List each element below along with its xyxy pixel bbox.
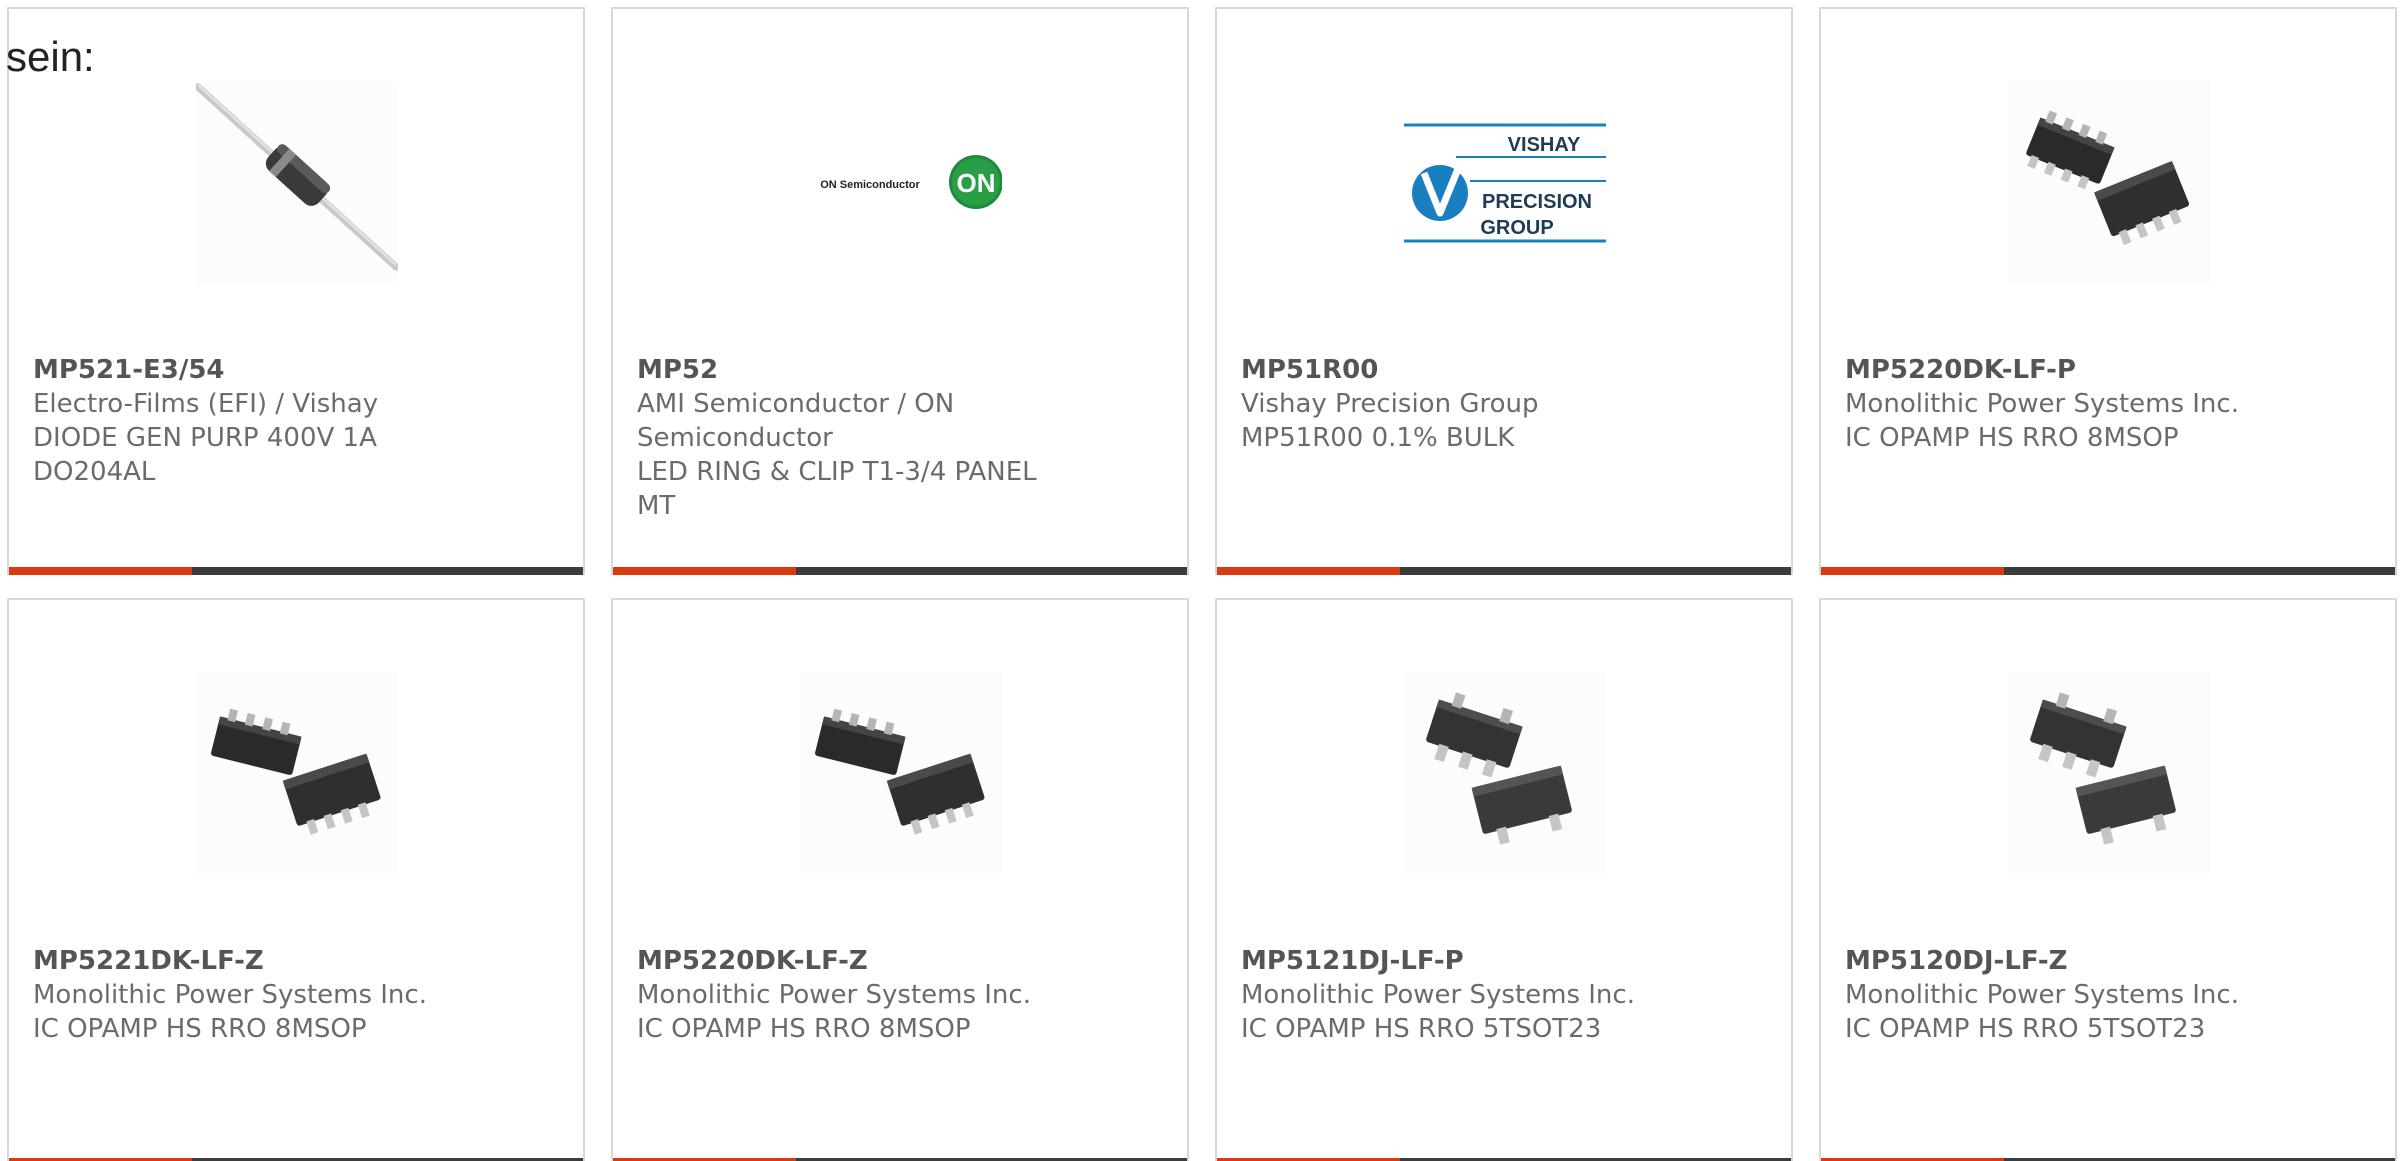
manufacturer: Electro-Films (EFI) / Vishay <box>33 389 379 419</box>
svg-text:VISHAY: VISHAY <box>1508 134 1581 156</box>
part-number[interactable]: MP5221DK-LF-Z <box>33 944 473 978</box>
manufacturer: Monolithic Power Systems Inc. <box>637 980 1031 1010</box>
msop8-chip-image <box>211 708 381 835</box>
svg-text:GROUP: GROUP <box>1480 217 1553 239</box>
product-card[interactable]: MP5220DK-LF-P Monolithic Power Systems I… <box>1819 7 2397 575</box>
manufacturer: Monolithic Power Systems Inc. <box>1845 980 2239 1010</box>
msop8-chip-image <box>2026 110 2190 246</box>
product-info: MP51R00 Vishay Precision Group MP51R00 0… <box>1241 353 1681 455</box>
description: IC OPAMP HS RRO 5TSOT23 <box>1845 1014 2206 1044</box>
description: DIODE GEN PURP 400V 1A DO204AL <box>33 423 377 487</box>
card-accent-bar <box>9 567 192 575</box>
product-image[interactable] <box>196 81 398 283</box>
card-bottom-bar <box>613 567 1187 575</box>
tsot23-chip-image <box>1426 692 1572 845</box>
card-bottom-bar <box>1821 567 2395 575</box>
part-number[interactable]: MP52 <box>637 353 1077 387</box>
svg-text:ON: ON <box>957 168 996 198</box>
tsot23-chip-image <box>2030 692 2176 845</box>
product-info: MP5220DK-LF-Z Monolithic Power Systems I… <box>637 944 1077 1046</box>
product-image[interactable]: VISHAY PRECISION GROUP <box>1404 81 1606 283</box>
product-info: MP521-E3/54 Electro-Films (EFI) / Vishay… <box>33 353 473 489</box>
card-bottom-bar <box>1217 567 1791 575</box>
product-card[interactable]: VISHAY PRECISION GROUP MP51R00 Vishay Pr… <box>1215 7 1793 575</box>
product-card[interactable]: MP5220DK-LF-Z Monolithic Power Systems I… <box>611 598 1189 1161</box>
description: MP51R00 0.1% BULK <box>1241 423 1515 453</box>
product-image[interactable] <box>2008 672 2210 874</box>
on-semiconductor-logo: ON Semiconductor ON <box>820 155 1002 209</box>
manufacturer: Vishay Precision Group <box>1241 389 1539 419</box>
product-info: MP5220DK-LF-P Monolithic Power Systems I… <box>1845 353 2285 455</box>
part-number[interactable]: MP5220DK-LF-P <box>1845 353 2285 387</box>
manufacturer: Monolithic Power Systems Inc. <box>1845 389 2239 419</box>
intro-text: sein: <box>6 33 95 80</box>
product-card[interactable]: ON Semiconductor ON MP52 AMI Semiconduct… <box>611 7 1189 575</box>
svg-text:PRECISION: PRECISION <box>1482 191 1592 213</box>
card-accent-bar <box>1217 567 1400 575</box>
product-card[interactable]: MP521-E3/54 Electro-Films (EFI) / Vishay… <box>7 7 585 575</box>
description: LED RING & CLIP T1-3/4 PANEL MT <box>637 457 1037 521</box>
manufacturer: Monolithic Power Systems Inc. <box>33 980 427 1010</box>
description: IC OPAMP HS RRO 5TSOT23 <box>1241 1014 1602 1044</box>
product-info: MP5221DK-LF-Z Monolithic Power Systems I… <box>33 944 473 1046</box>
part-number[interactable]: MP5220DK-LF-Z <box>637 944 1077 978</box>
product-grid: MP521-E3/54 Electro-Films (EFI) / Vishay… <box>7 7 2400 1161</box>
description: IC OPAMP HS RRO 8MSOP <box>1845 423 2179 453</box>
product-image[interactable] <box>2008 81 2210 283</box>
product-card[interactable]: MP5120DJ-LF-Z Monolithic Power Systems I… <box>1819 598 2397 1161</box>
axial-diode-image <box>196 83 398 271</box>
product-info: MP52 AMI Semiconductor / ON Semiconducto… <box>637 353 1077 523</box>
card-bottom-bar <box>9 567 583 575</box>
product-image[interactable] <box>196 672 398 874</box>
product-card[interactable]: MP5221DK-LF-Z Monolithic Power Systems I… <box>7 598 585 1161</box>
card-accent-bar <box>613 567 796 575</box>
manufacturer: AMI Semiconductor / ON Semiconductor <box>637 389 955 453</box>
vishay-precision-group-logo: VISHAY PRECISION GROUP <box>1404 123 1606 243</box>
manufacturer: Monolithic Power Systems Inc. <box>1241 980 1635 1010</box>
product-info: MP5120DJ-LF-Z Monolithic Power Systems I… <box>1845 944 2285 1046</box>
product-card[interactable]: MP5121DJ-LF-P Monolithic Power Systems I… <box>1215 598 1793 1161</box>
part-number[interactable]: MP5121DJ-LF-P <box>1241 944 1681 978</box>
card-accent-bar <box>1821 567 2004 575</box>
description: IC OPAMP HS RRO 8MSOP <box>637 1014 971 1044</box>
part-number[interactable]: MP5120DJ-LF-Z <box>1845 944 2285 978</box>
part-number[interactable]: MP51R00 <box>1241 353 1681 387</box>
svg-text:ON Semiconductor: ON Semiconductor <box>820 179 920 191</box>
product-image[interactable] <box>800 672 1002 874</box>
product-image[interactable] <box>1404 672 1606 874</box>
msop8-chip-image <box>815 708 985 835</box>
part-number[interactable]: MP521-E3/54 <box>33 353 473 387</box>
product-image[interactable]: ON Semiconductor ON <box>800 81 1002 283</box>
description: IC OPAMP HS RRO 8MSOP <box>33 1014 367 1044</box>
product-info: MP5121DJ-LF-P Monolithic Power Systems I… <box>1241 944 1681 1046</box>
